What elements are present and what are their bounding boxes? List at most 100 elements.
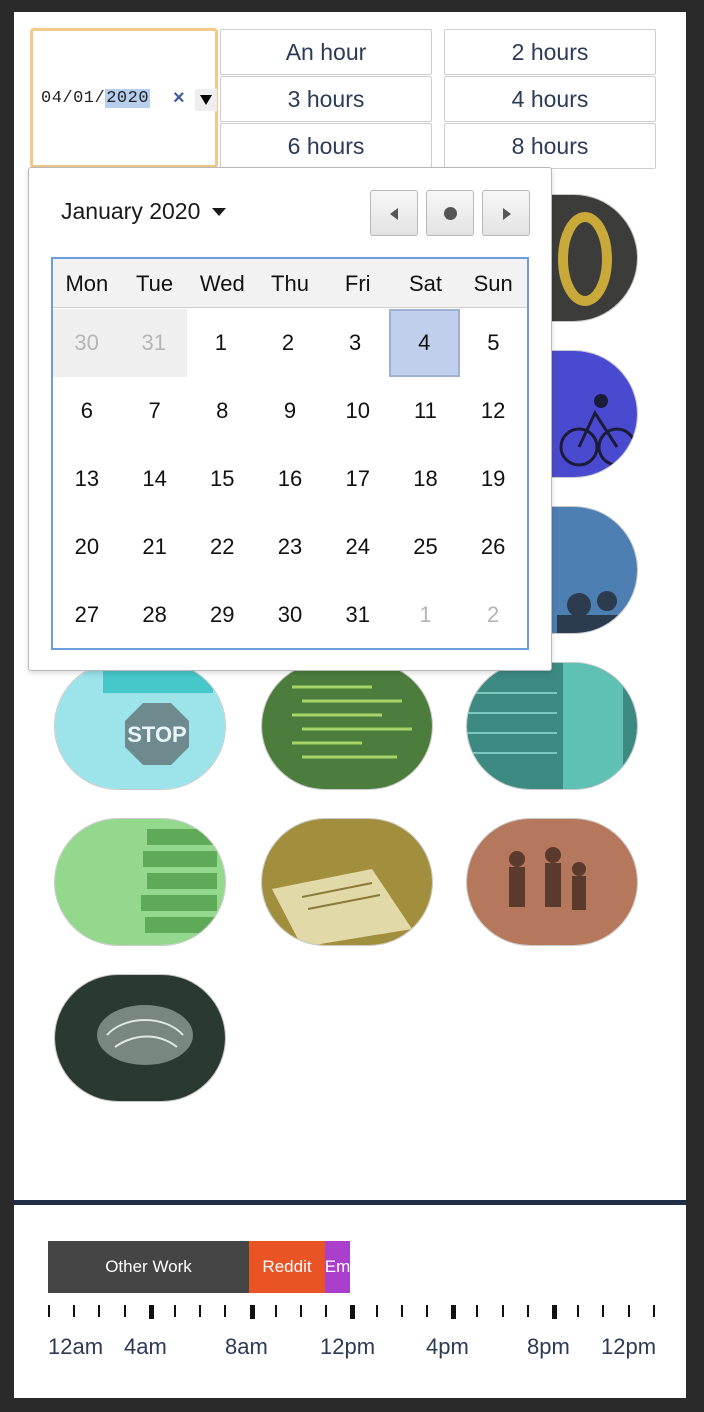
- month-year-selector[interactable]: January 2020: [61, 198, 227, 225]
- date-separator: /: [62, 89, 74, 108]
- timeline-tick: [375, 1305, 378, 1317]
- calendar-day[interactable]: 19: [459, 445, 527, 513]
- date-value[interactable]: 04/01/2020: [41, 89, 151, 108]
- calendar-day[interactable]: 1: [392, 581, 460, 649]
- timeline-tick: [174, 1305, 176, 1317]
- calendar-day[interactable]: 6: [53, 377, 121, 445]
- calendar-week: 6 7 8 9 10 11 12: [53, 377, 527, 445]
- category-tile[interactable]: [54, 974, 226, 1102]
- calendar-day[interactable]: 26: [459, 513, 527, 581]
- timeline-label: 12pm: [601, 1334, 657, 1359]
- timeline-segment-other-work[interactable]: Other Work: [48, 1241, 249, 1293]
- calendar-day[interactable]: 1: [187, 309, 254, 377]
- calendar-week: 30 31 1 2 3 4 5: [53, 309, 527, 377]
- calendar-day[interactable]: 16: [256, 445, 324, 513]
- timeline-tick: [148, 1305, 154, 1319]
- timeline-tick: [300, 1305, 302, 1317]
- weekday-label: Thu: [271, 271, 309, 296]
- timeline-tick: [325, 1305, 328, 1317]
- calendar-day[interactable]: 12: [459, 377, 527, 445]
- timeline-label: 12pm: [320, 1334, 376, 1359]
- weekday-label: Mon: [65, 271, 109, 296]
- duration-button-8h[interactable]: 8 hours: [444, 123, 656, 169]
- activity-timeline-bar: Other Work Reddit Em: [48, 1241, 350, 1293]
- calendar-day[interactable]: 13: [53, 445, 121, 513]
- calendar-day[interactable]: 18: [392, 445, 460, 513]
- neon-stairs-icon: [467, 663, 637, 789]
- calendar-day[interactable]: 2: [254, 309, 321, 377]
- category-tile[interactable]: [54, 818, 226, 946]
- calendar-day[interactable]: 2: [459, 581, 527, 649]
- calendar-day[interactable]: 24: [324, 513, 392, 581]
- calendar-day[interactable]: 10: [324, 377, 392, 445]
- calendar-day[interactable]: 17: [324, 445, 392, 513]
- category-tile[interactable]: [466, 818, 638, 946]
- duration-button-6h[interactable]: 6 hours: [220, 123, 432, 169]
- stop-sign-icon: STOP: [55, 663, 225, 789]
- calendar-day[interactable]: 29: [188, 581, 256, 649]
- dropdown-arrow-icon[interactable]: [195, 89, 217, 111]
- previous-month-button[interactable]: [370, 190, 418, 236]
- timeline-label: 12am: [48, 1334, 104, 1359]
- timeline-tick: [350, 1305, 356, 1319]
- timeline-tick: [552, 1305, 557, 1319]
- date-input[interactable]: 04/01/2020 ×: [30, 28, 218, 168]
- category-tile[interactable]: [261, 662, 433, 790]
- calendar-day[interactable]: 14: [121, 445, 189, 513]
- calendar-day[interactable]: 22: [188, 513, 256, 581]
- calendar-day[interactable]: 30: [53, 309, 121, 377]
- timeline-label: 8pm: [527, 1334, 570, 1359]
- category-tile[interactable]: [466, 662, 638, 790]
- timeline-segment-em[interactable]: Em: [325, 1241, 350, 1293]
- timeline-tick: [224, 1305, 227, 1317]
- timeline-tick: [526, 1305, 529, 1317]
- timeline-segment-reddit[interactable]: Reddit: [249, 1241, 325, 1293]
- timeline-label: 8am: [225, 1334, 268, 1359]
- duration-button-1h[interactable]: An hour: [220, 29, 432, 75]
- calendar-day[interactable]: 27: [53, 581, 121, 649]
- weekday-label: Tue: [136, 271, 174, 296]
- timeline-tick: [98, 1305, 101, 1317]
- calendar-day[interactable]: 25: [392, 513, 460, 581]
- calendar-day[interactable]: 31: [120, 309, 188, 377]
- weekday-header: Mon Tue Wed Thu Fri Sat Sun: [53, 259, 527, 308]
- timeline-label: 4am: [124, 1334, 167, 1359]
- timeline-tick: [652, 1305, 655, 1317]
- brain-icon: [55, 975, 225, 1101]
- date-month[interactable]: 04: [41, 89, 62, 108]
- timeline-tick: [274, 1305, 277, 1317]
- calendar-days: 30 31 1 2 3 4 5 6 7 8 9 10 11 12 13 14 1…: [53, 309, 527, 649]
- calendar-day[interactable]: 7: [121, 377, 189, 445]
- category-tile[interactable]: STOP: [54, 662, 226, 790]
- duration-button-3h[interactable]: 3 hours: [220, 76, 432, 122]
- calendar-day[interactable]: 9: [256, 377, 324, 445]
- calendar-day[interactable]: 8: [188, 377, 256, 445]
- date-day[interactable]: 01: [73, 89, 94, 108]
- timeline-tick: [123, 1305, 126, 1317]
- calendar-day[interactable]: 21: [121, 513, 189, 581]
- calendar-day-selected[interactable]: 4: [388, 309, 460, 377]
- calendar-day[interactable]: 28: [121, 581, 189, 649]
- calendar-day[interactable]: 31: [324, 581, 392, 649]
- timeline-tick: [73, 1305, 76, 1317]
- calendar-day[interactable]: 3: [322, 309, 389, 377]
- date-year[interactable]: 2020: [105, 89, 151, 108]
- timeline-tick: [501, 1305, 504, 1317]
- calendar-day[interactable]: 23: [256, 513, 324, 581]
- duration-button-4h[interactable]: 4 hours: [444, 76, 656, 122]
- calendar-day[interactable]: 30: [256, 581, 324, 649]
- calendar-day[interactable]: 11: [392, 377, 460, 445]
- timeline-tick: [48, 1305, 50, 1317]
- calendar-day[interactable]: 5: [460, 309, 527, 377]
- category-tile[interactable]: [261, 818, 433, 946]
- calendar-day[interactable]: 20: [53, 513, 121, 581]
- code-screen-icon: [262, 663, 432, 789]
- timeline-ticks: [48, 1305, 655, 1319]
- next-month-button[interactable]: [482, 190, 530, 236]
- timeline-tick: [476, 1305, 479, 1317]
- duration-button-2h[interactable]: 2 hours: [444, 29, 656, 75]
- month-label: January 2020: [61, 198, 201, 224]
- clear-date-icon[interactable]: ×: [173, 87, 185, 110]
- calendar-day[interactable]: 15: [188, 445, 256, 513]
- today-button[interactable]: [426, 190, 474, 236]
